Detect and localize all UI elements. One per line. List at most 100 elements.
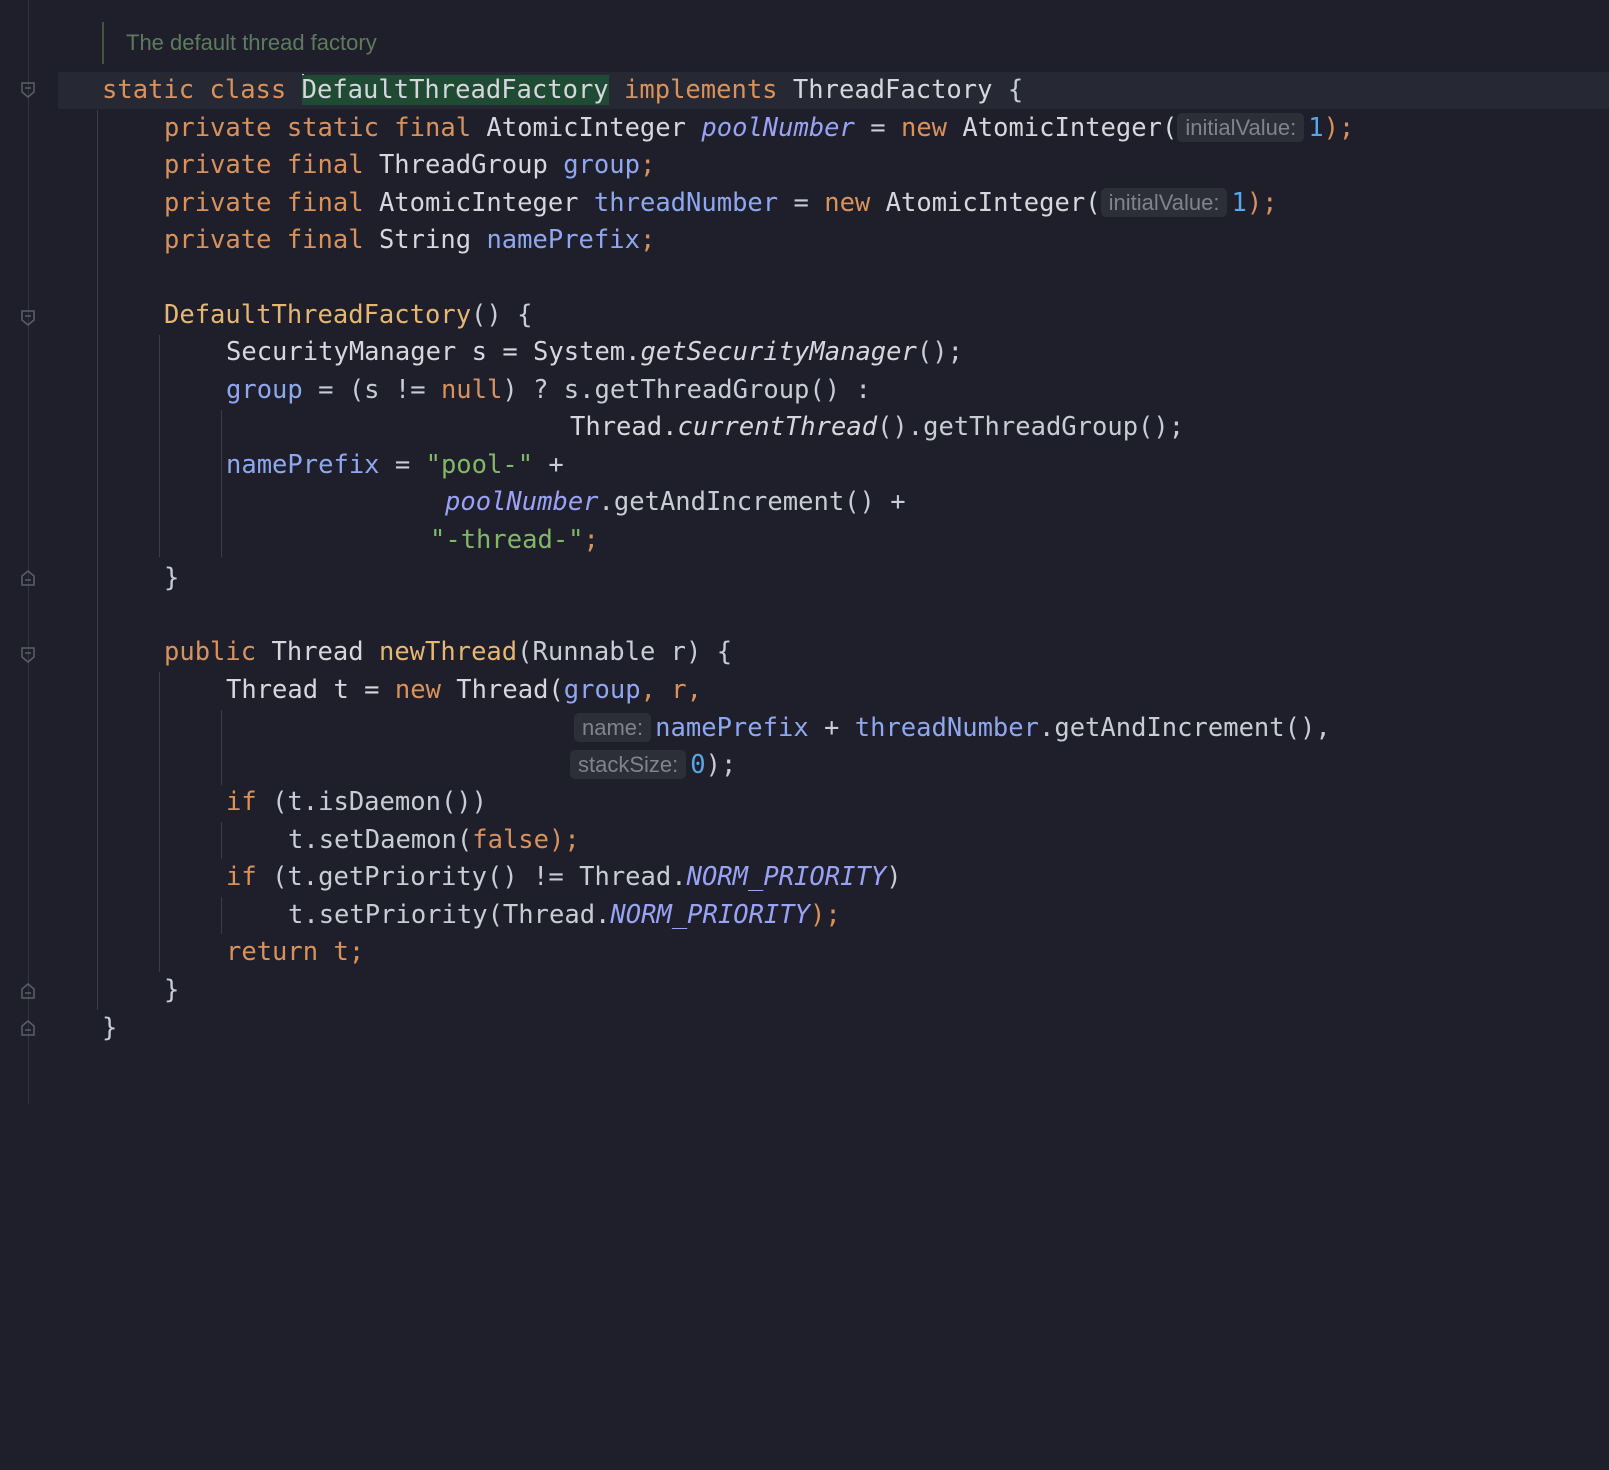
code-line: } [164,560,179,597]
code-text: (t.isDaemon()) [256,787,488,817]
parameter-hint: stackSize: [570,750,687,779]
keyword: class [209,75,287,105]
field-name[interactable]: group [563,150,640,180]
static-method-call[interactable]: currentThread [677,412,877,442]
code-line: poolNumber.getAndIncrement() + [445,484,906,521]
method-name[interactable]: newThread [379,637,517,667]
code-line: } [164,972,179,1009]
code-line: } [102,1010,117,1047]
interface-name[interactable]: ThreadFactory [793,75,993,105]
type-name[interactable]: ThreadGroup [379,150,548,180]
field-name[interactable]: namePrefix [486,225,640,255]
string-literal: "-thread-" [430,525,584,555]
code-text: ().getThreadGroup(); [877,412,1185,442]
indent-guide [221,410,222,557]
parameter-hint: initialValue: [1100,188,1228,217]
punctuation: ); [810,900,841,930]
parameter-hint: initialValue: [1177,113,1305,142]
keyword: static [102,75,195,105]
code-line-field: private static final AtomicInteger poolN… [164,109,1354,146]
static-constant[interactable]: NORM_PRIORITY [687,862,887,892]
modifiers: private final [164,225,364,255]
field-name[interactable]: namePrefix [655,713,809,743]
code-line: Thread.currentThread().getThreadGroup(); [570,409,1184,446]
punctuation: ); [705,750,737,780]
code-line-method-decl: public Thread newThread(Runnable r) { [164,634,732,671]
code-line: if (t.isDaemon()) [226,784,487,821]
code-line: "-thread-"; [430,522,599,559]
number-literal: 1 [1308,113,1324,143]
indent-guide [221,710,222,785]
keyword: new [824,188,871,218]
operator: = [870,113,886,143]
type-name[interactable]: Thread [271,637,363,667]
code-text: t; [318,937,365,967]
field-name[interactable]: namePrefix [226,450,380,480]
punctuation: ) [886,862,902,892]
indent-guide [159,335,160,557]
keyword: if [226,862,257,892]
brace: { [1007,75,1024,105]
code-line: t.setPriority(Thread.NORM_PRIORITY); [288,897,841,934]
parameter-hint: name: [574,713,652,742]
code-editor[interactable]: static class DefaultThreadFactory implem… [0,0,1354,1470]
code-line-class-decl: static class DefaultThreadFactory implem… [102,72,1023,109]
punctuation: ; [583,525,599,555]
type-name[interactable]: String [379,225,471,255]
code-line-field: private final ThreadGroup group; [164,147,655,184]
code-line: SecurityManager s = System.getSecurityMa… [226,334,963,371]
field-name[interactable]: threadNumber [594,188,778,218]
indent-guide [159,672,160,972]
code-text: t.setDaemon( [288,825,473,855]
indent-guide [97,110,98,1010]
static-method-call[interactable]: getSecurityManager [641,337,917,367]
keyword: if [226,787,257,817]
number-literal: 0 [690,750,706,780]
keyword: false [472,825,549,855]
code-text: .getAndIncrement() + [598,487,906,517]
static-constant[interactable]: NORM_PRIORITY [610,900,810,930]
constructor-call[interactable]: AtomicInteger( [962,113,1177,143]
keyword: implements [624,75,778,105]
indent-guide [221,822,222,859]
code-line: Thread t = new Thread(group, r, [226,672,702,709]
constructor-call[interactable]: AtomicInteger( [886,188,1101,218]
constructor-name[interactable]: DefaultThreadFactory [164,300,471,330]
keyword: public [164,637,257,667]
type-name[interactable]: AtomicInteger [379,188,579,218]
brace: } [164,975,180,1005]
field-name[interactable]: threadNumber [855,713,1039,743]
code-line: if (t.getPriority() != Thread.NORM_PRIOR… [226,859,902,896]
code-line-field: private final String namePrefix; [164,222,655,259]
static-field-name[interactable]: poolNumber [701,113,855,143]
modifiers: private final [164,150,364,180]
doc-comment: The default thread factory [102,22,377,64]
field-name[interactable]: group [564,675,641,705]
type-name[interactable]: AtomicInteger [486,113,686,143]
operator: = [379,450,426,480]
brace: } [102,1013,118,1043]
code-line-ctor-decl: DefaultThreadFactory() { [164,297,532,334]
modifiers: private final [164,188,364,218]
punctuation: ); [549,825,580,855]
modifiers: private static final [164,113,472,143]
string-literal: "pool-" [425,450,534,480]
keyword: null [440,375,503,405]
code-text: t.setPriority(Thread. [288,900,611,930]
code-text: (t.getPriority() != Thread. [256,862,687,892]
code-text: Thread( [440,675,564,705]
code-text: = (s != [302,375,441,405]
code-line: name: namePrefix + threadNumber.getAndInc… [574,709,1331,746]
code-line: namePrefix = "pool-" + [226,447,564,484]
operator: = [793,188,809,218]
operator: + [533,450,564,480]
static-field-name[interactable]: poolNumber [445,487,599,517]
parameters: (Runnable r) { [517,637,733,667]
punctuation: ; [639,225,656,255]
punctuation: ; [639,150,656,180]
class-name[interactable]: DefaultThreadFactory [301,75,609,105]
keyword: new [394,675,441,705]
number-literal: 1 [1231,188,1247,218]
code-text: SecurityManager s = System. [226,337,641,367]
field-name[interactable]: group [226,375,303,405]
